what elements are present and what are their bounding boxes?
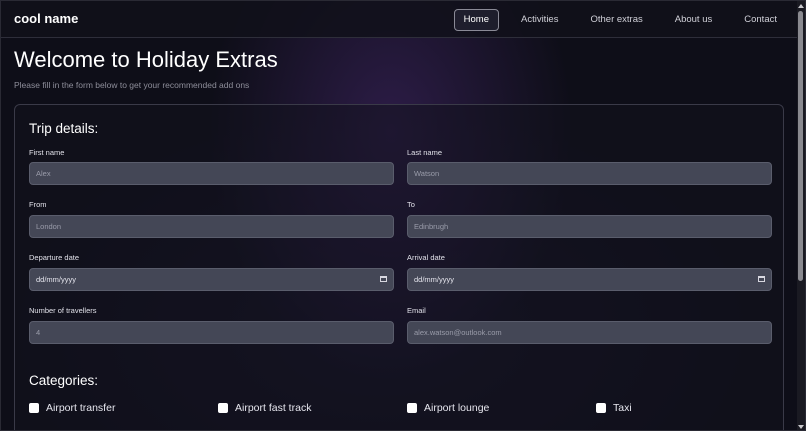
nav-other-extras[interactable]: Other extras [580,9,652,31]
trip-details-card: Trip details: First name Alex Last name … [14,104,784,430]
travellers-input[interactable]: 4 [29,321,394,344]
departure-date-label: Departure date [29,253,80,262]
category-airport-lounge[interactable]: Airport lounge [407,402,489,414]
scroll-up-arrow-icon[interactable] [798,4,804,8]
email-input[interactable]: alex.watson@outlook.com [407,321,772,344]
last-name-input[interactable]: Watson [407,162,772,185]
email-label: Email [407,306,426,315]
scrollbar[interactable] [797,1,805,430]
page-subtitle: Please fill in the form below to get you… [14,80,250,90]
calendar-icon[interactable] [380,276,387,282]
to-input[interactable]: Edinbrugh [407,215,772,238]
first-name-input[interactable]: Alex [29,162,394,185]
nav-activities[interactable]: Activities [511,9,568,31]
airport-transfer-label[interactable]: Airport transfer [46,402,115,414]
airport-lounge-checkbox[interactable] [407,403,417,413]
nav-menu: Home Activities Other extras About us Co… [442,9,787,31]
taxi-checkbox[interactable] [596,403,606,413]
category-airport-fast-track[interactable]: Airport fast track [218,402,311,414]
airport-transfer-checkbox[interactable] [29,403,39,413]
first-name-label: First name [29,148,65,157]
departure-date-input[interactable]: dd/mm/yyyy [29,268,394,291]
calendar-icon[interactable] [758,276,765,282]
nav-contact[interactable]: Contact [734,9,787,31]
navbar: cool name Home Activities Other extras A… [1,1,799,38]
categories-title: Categories: [29,373,99,388]
arrival-date-input[interactable]: dd/mm/yyyy [407,268,772,291]
to-label: To [407,200,415,209]
category-taxi[interactable]: Taxi [596,402,632,414]
scroll-thumb[interactable] [798,11,803,281]
page: cool name Home Activities Other extras A… [0,0,806,431]
departure-date-value: dd/mm/yyyy [36,275,77,284]
travellers-label: Number of travellers [29,306,97,315]
airport-fast-track-label[interactable]: Airport fast track [235,402,311,414]
nav-home[interactable]: Home [453,9,499,31]
airport-fast-track-checkbox[interactable] [218,403,228,413]
arrival-date-label: Arrival date [407,253,445,262]
page-title: Welcome to Holiday Extras [14,47,278,72]
nav-about-us[interactable]: About us [665,9,723,31]
scroll-down-arrow-icon[interactable] [798,425,804,429]
category-airport-transfer[interactable]: Airport transfer [29,402,115,414]
from-label: From [29,200,47,209]
airport-lounge-label[interactable]: Airport lounge [424,402,489,414]
from-input[interactable]: London [29,215,394,238]
trip-details-title: Trip details: [29,121,99,136]
arrival-date-value: dd/mm/yyyy [414,275,455,284]
last-name-label: Last name [407,148,443,157]
brand-logo[interactable]: cool name [14,11,78,26]
taxi-label[interactable]: Taxi [613,402,632,414]
